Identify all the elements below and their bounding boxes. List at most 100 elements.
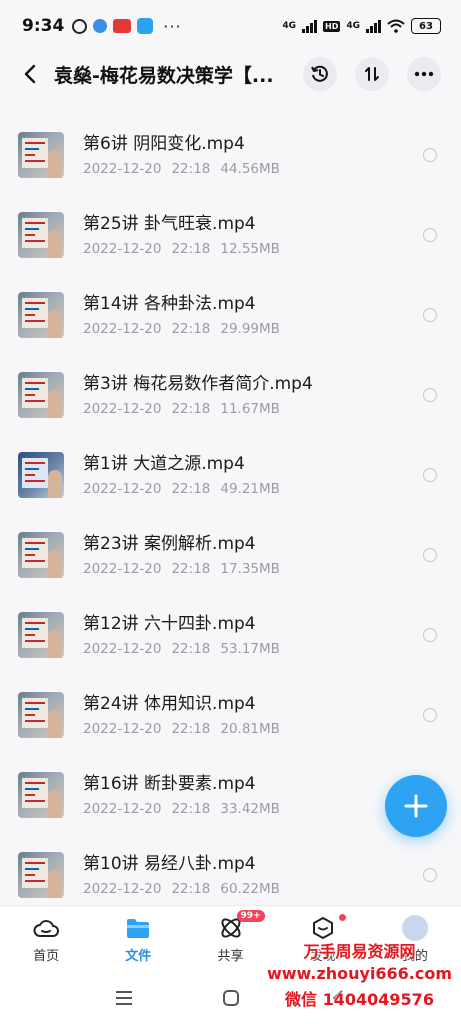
file-meta: 2022-12-20 22:18 12.55MB xyxy=(83,241,423,257)
select-radio[interactable] xyxy=(423,548,437,562)
file-meta: 2022-12-20 22:18 33.42MB xyxy=(83,801,423,817)
signal-icon xyxy=(302,19,317,33)
file-size: 60.22MB xyxy=(220,881,280,897)
notification-badge: 99+ xyxy=(236,910,265,922)
file-size: 44.56MB xyxy=(220,161,280,177)
file-name: 第1讲 大道之源.mp4 xyxy=(83,454,245,474)
file-date: 2022-12-20 xyxy=(83,881,162,897)
file-row[interactable]: 第12讲 六十四卦.mp4 2022-12-20 22:18 53.17MB xyxy=(0,595,461,675)
file-time: 22:18 xyxy=(171,561,211,577)
nav-label: 首页 xyxy=(33,948,60,964)
file-row[interactable]: 第24讲 体用知识.mp4 2022-12-20 22:18 20.81MB xyxy=(0,675,461,755)
watermark-url: www.zhouyi666.com xyxy=(266,964,453,983)
video-thumbnail xyxy=(18,692,64,738)
status-system-icons: 4G HD 4G 63 xyxy=(282,18,441,34)
back-arrow-icon xyxy=(24,64,36,84)
wifi-icon xyxy=(387,19,405,33)
select-radio[interactable] xyxy=(423,628,437,642)
file-size: 53.17MB xyxy=(220,641,280,657)
file-time: 22:18 xyxy=(171,481,211,497)
status-notification-icons: ··· xyxy=(72,17,181,36)
history-icon xyxy=(311,65,328,82)
select-radio[interactable] xyxy=(423,388,437,402)
file-date: 2022-12-20 xyxy=(83,321,162,337)
file-date: 2022-12-20 xyxy=(83,801,162,817)
page-title: 袁燊-梅花易数决策学【... xyxy=(54,64,274,87)
file-row[interactable]: 第14讲 各种卦法.mp4 2022-12-20 22:18 29.99MB xyxy=(0,275,461,355)
select-radio[interactable] xyxy=(423,148,437,162)
header: 袁燊-梅花易数决策学【... xyxy=(0,52,461,96)
file-name: 第10讲 易经八卦.mp4 xyxy=(83,854,256,874)
file-time: 22:18 xyxy=(171,721,211,737)
network-type: 4G xyxy=(346,21,360,31)
select-radio[interactable] xyxy=(423,468,437,482)
file-name: 第24讲 体用知识.mp4 xyxy=(83,694,256,714)
file-time: 22:18 xyxy=(171,161,211,177)
file-date: 2022-12-20 xyxy=(83,721,162,737)
nav-item-home[interactable]: 首页 xyxy=(0,906,92,971)
folder-icon xyxy=(124,914,152,942)
file-time: 22:18 xyxy=(171,241,211,257)
select-radio[interactable] xyxy=(423,308,437,322)
video-thumbnail xyxy=(18,532,64,578)
file-row[interactable]: 第10讲 易经八卦.mp4 2022-12-20 22:18 60.22MB xyxy=(0,835,461,915)
video-thumbnail xyxy=(18,372,64,418)
status-time: 9:34 xyxy=(22,16,65,36)
file-name: 第3讲 梅花易数作者简介.mp4 xyxy=(83,374,313,394)
more-icon xyxy=(414,71,434,77)
file-date: 2022-12-20 xyxy=(83,641,162,657)
file-size: 29.99MB xyxy=(220,321,280,337)
file-time: 22:18 xyxy=(171,881,211,897)
sort-icon xyxy=(365,67,379,81)
file-date: 2022-12-20 xyxy=(83,561,162,577)
nav-item-files[interactable]: 文件 xyxy=(92,906,184,971)
back-button[interactable] xyxy=(18,58,42,90)
add-button[interactable] xyxy=(385,775,447,837)
file-row[interactable]: 第6讲 阴阳变化.mp4 2022-12-20 22:18 44.56MB xyxy=(0,115,461,195)
select-radio[interactable] xyxy=(423,868,437,882)
file-time: 22:18 xyxy=(171,641,211,657)
home-icon[interactable] xyxy=(222,989,240,1007)
select-radio[interactable] xyxy=(423,228,437,242)
file-row[interactable]: 第1讲 大道之源.mp4 2022-12-20 22:18 49.21MB xyxy=(0,435,461,515)
file-date: 2022-12-20 xyxy=(83,481,162,497)
more-notifications-icon: ··· xyxy=(163,16,182,36)
file-meta: 2022-12-20 22:18 20.81MB xyxy=(83,721,423,737)
select-radio[interactable] xyxy=(423,708,437,722)
watermark-title: 万手周易资源网 xyxy=(303,942,416,961)
file-row[interactable]: 第3讲 梅花易数作者简介.mp4 2022-12-20 22:18 11.67MB xyxy=(0,355,461,435)
watermark-contact: 微信 1404049576 xyxy=(285,990,434,1009)
video-thumbnail xyxy=(18,612,64,658)
file-size: 17.35MB xyxy=(220,561,280,577)
file-meta: 2022-12-20 22:18 44.56MB xyxy=(83,161,423,177)
history-button[interactable] xyxy=(303,57,337,91)
network-type: 4G xyxy=(282,21,296,31)
notification-dot xyxy=(338,914,346,921)
more-button[interactable] xyxy=(407,57,441,91)
file-row[interactable]: 第23讲 案例解析.mp4 2022-12-20 22:18 17.35MB xyxy=(0,515,461,595)
sort-button[interactable] xyxy=(355,57,389,91)
file-name: 第16讲 断卦要素.mp4 xyxy=(83,774,256,794)
file-row[interactable]: 第25讲 卦气旺衰.mp4 2022-12-20 22:18 12.55MB xyxy=(0,195,461,275)
file-name: 第23讲 案例解析.mp4 xyxy=(83,534,256,554)
nav-label: 共享 xyxy=(217,948,244,964)
file-name: 第25讲 卦气旺衰.mp4 xyxy=(83,214,256,234)
file-name: 第14讲 各种卦法.mp4 xyxy=(83,294,256,314)
file-date: 2022-12-20 xyxy=(83,401,162,417)
menu-icon[interactable] xyxy=(115,990,133,1006)
avatar xyxy=(401,914,428,941)
file-date: 2022-12-20 xyxy=(83,161,162,177)
file-size: 49.21MB xyxy=(220,481,280,497)
cloud-icon xyxy=(32,914,60,942)
video-thumbnail xyxy=(18,772,64,818)
file-meta: 2022-12-20 22:18 17.35MB xyxy=(83,561,423,577)
file-meta: 2022-12-20 22:18 53.17MB xyxy=(83,641,423,657)
file-name: 第12讲 六十四卦.mp4 xyxy=(83,614,256,634)
app-notification-icon xyxy=(137,18,154,34)
file-meta: 2022-12-20 22:18 11.67MB xyxy=(83,401,423,417)
alarm-icon xyxy=(72,18,88,34)
battery-icon: 63 xyxy=(411,18,441,34)
watermark: 万手周易资源网 www.zhouyi666.com 微信 1404049576 xyxy=(262,938,457,1010)
video-thumbnail xyxy=(18,132,64,178)
video-thumbnail xyxy=(18,212,64,258)
